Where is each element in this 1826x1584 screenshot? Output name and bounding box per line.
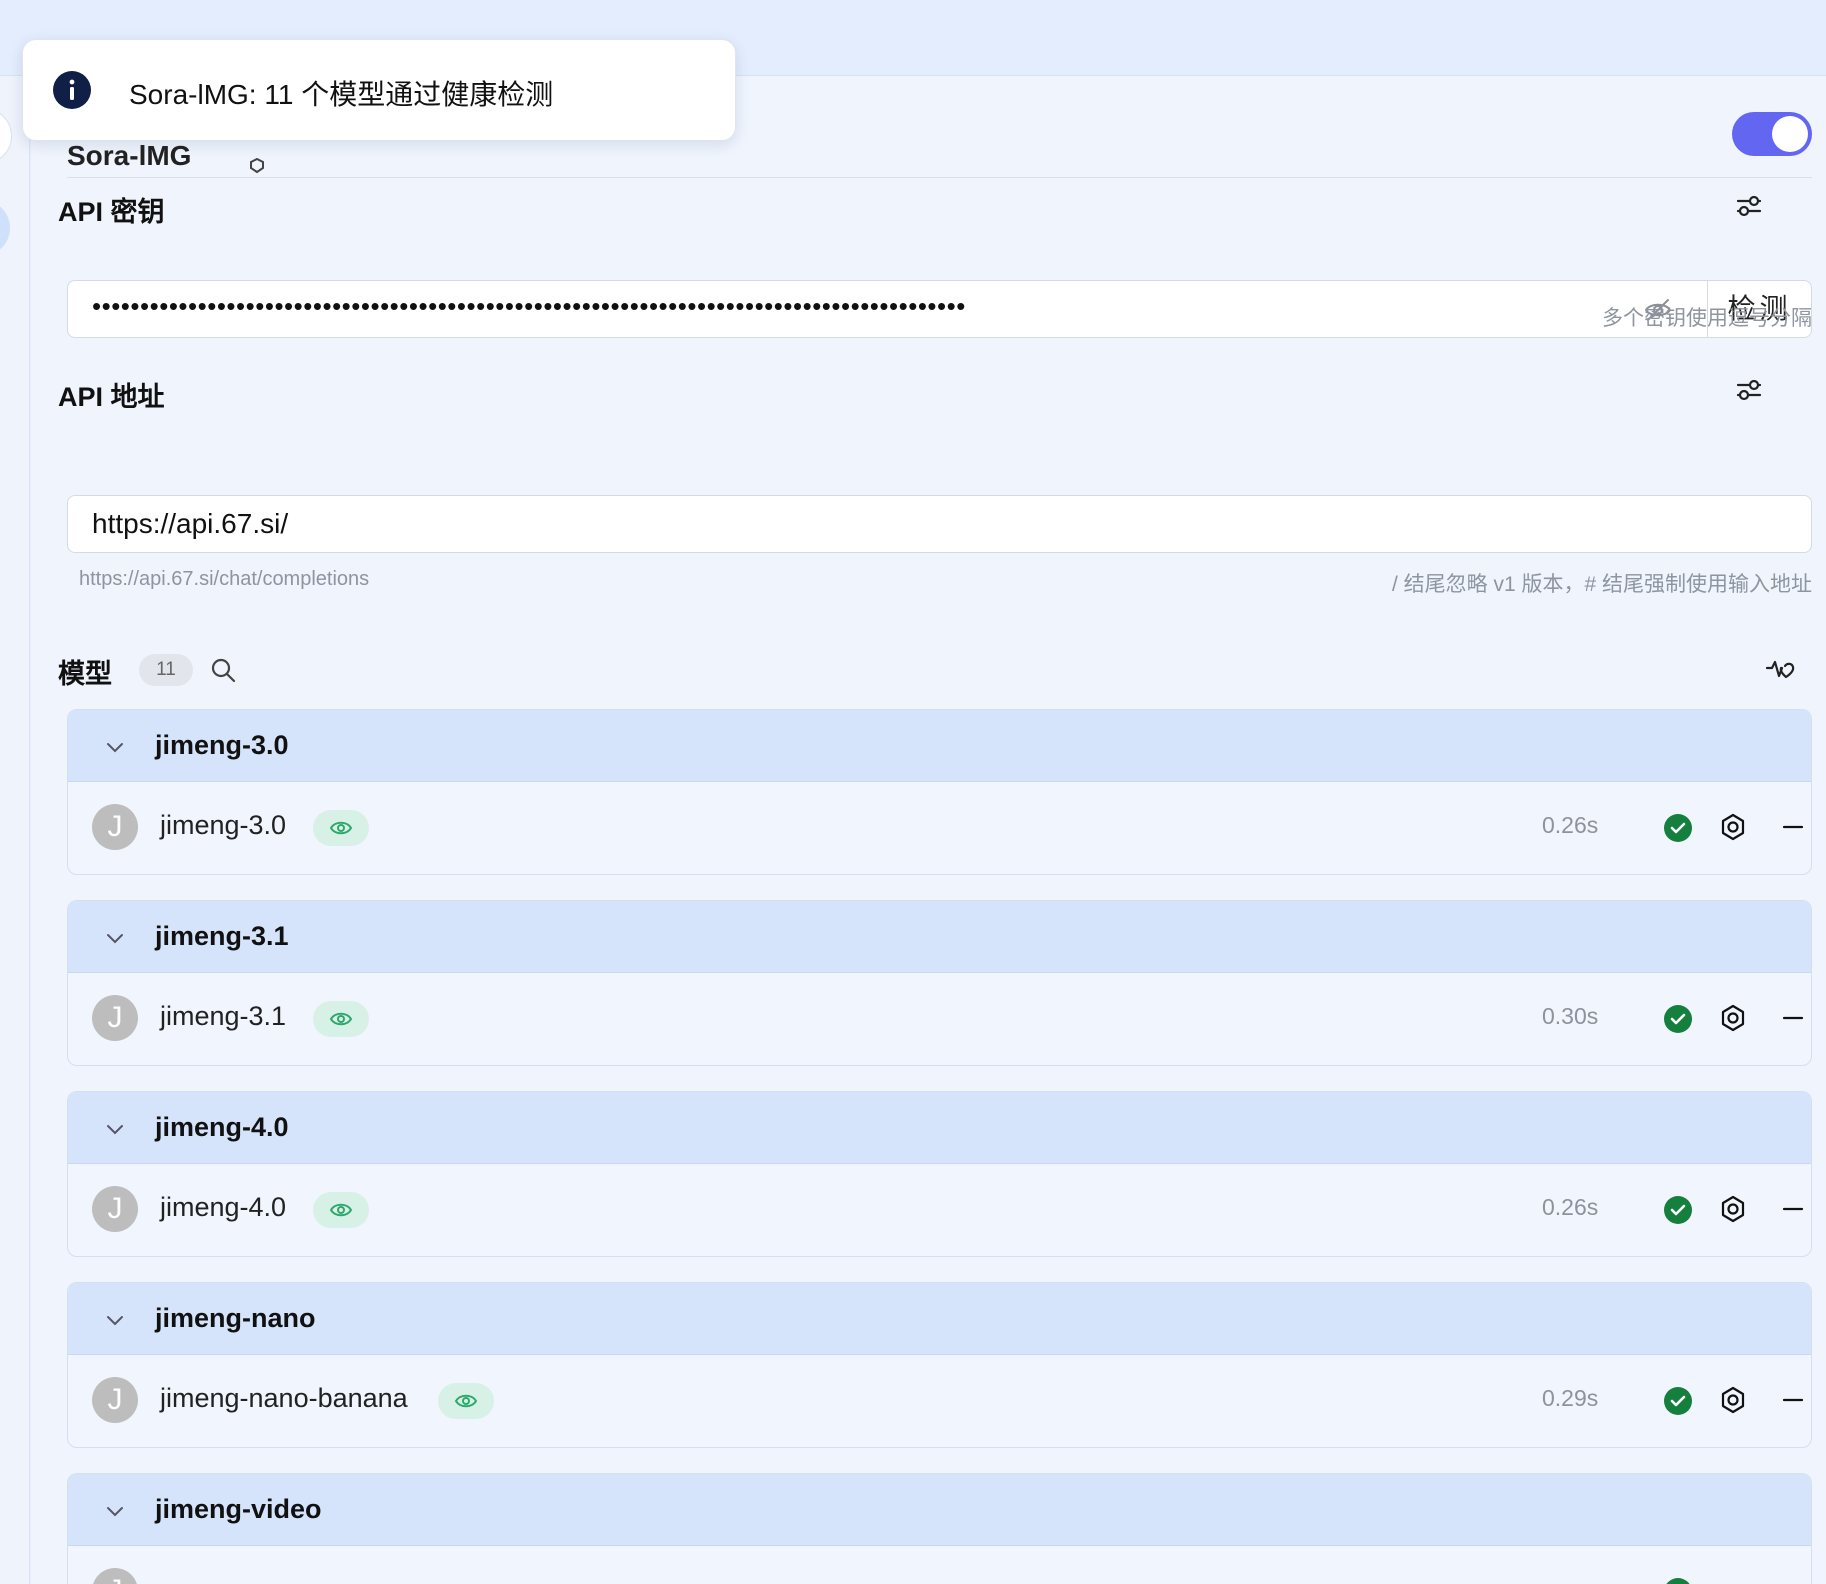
model-group: jimeng-video J <box>67 1473 1812 1584</box>
minus-icon[interactable] <box>1780 1194 1806 1224</box>
api-host-value: https://api.67.si/ <box>92 508 289 539</box>
avatar: J <box>92 1186 138 1232</box>
api-key-label: API 密钥 <box>58 197 165 227</box>
model-group: jimeng-nano J jimeng-nano-banana 0.29s <box>67 1282 1812 1448</box>
vision-badge <box>438 1383 494 1419</box>
model-row: J jimeng-3.0 0.26s <box>68 782 1811 874</box>
model-row: J jimeng-4.0 0.26s <box>68 1164 1811 1256</box>
api-key-hint: 多个密钥使用逗号分隔 <box>1602 307 1812 330</box>
model-row: J jimeng-nano-banana 0.29s <box>68 1355 1811 1447</box>
model-name: jimeng-3.1 <box>160 1001 287 1031</box>
model-group-header[interactable]: jimeng-3.0 <box>68 710 1811 782</box>
models-label: 模型 <box>58 659 112 689</box>
gear-icon[interactable] <box>1718 812 1748 842</box>
check-circle-icon <box>1664 1005 1692 1033</box>
check-circle-icon <box>1664 1196 1692 1224</box>
model-group: jimeng-4.0 J jimeng-4.0 0.26s <box>67 1091 1812 1257</box>
check-circle-icon <box>1664 1387 1692 1415</box>
toast-message: Sora-lMG: 11 个模型通过健康检测 <box>129 79 554 110</box>
model-group-header[interactable]: jimeng-nano <box>68 1283 1811 1355</box>
api-key-input[interactable]: ••••••••••••••••••••••••••••••••••••••••… <box>67 280 1812 338</box>
vision-badge <box>313 1192 369 1228</box>
model-row: J jimeng-3.1 0.30s <box>68 973 1811 1065</box>
avatar: J <box>92 1377 138 1423</box>
chevron-down-icon[interactable] <box>104 1118 126 1140</box>
check-circle-icon <box>1666 1578 1690 1584</box>
model-name: jimeng-3.0 <box>160 810 287 840</box>
minus-icon[interactable] <box>1780 812 1806 842</box>
api-host-settings-icon[interactable] <box>1735 376 1763 404</box>
api-key-value: ••••••••••••••••••••••••••••••••••••••••… <box>92 291 966 321</box>
gear-icon[interactable] <box>1718 1003 1748 1033</box>
eye-icon <box>454 1394 478 1408</box>
gear-icon[interactable] <box>1718 1385 1748 1415</box>
model-group-title: jimeng-nano <box>155 1303 316 1333</box>
chevron-down-icon[interactable] <box>104 1500 126 1522</box>
api-host-preview: https://api.67.si/chat/completions <box>79 568 370 590</box>
model-group: jimeng-3.0 J jimeng-3.0 0.26s <box>67 709 1812 875</box>
model-group-header[interactable]: jimeng-video <box>68 1474 1811 1546</box>
gear-icon[interactable] <box>1718 1194 1748 1224</box>
api-host-label: API 地址 <box>58 382 165 412</box>
chevron-down-icon[interactable] <box>104 736 126 758</box>
model-group-title: jimeng-3.1 <box>155 921 289 951</box>
avatar: J <box>92 804 138 850</box>
minus-icon[interactable] <box>1780 1385 1806 1415</box>
avatar: J <box>92 1568 138 1584</box>
model-name: jimeng-4.0 <box>160 1192 287 1222</box>
info-icon <box>53 71 91 109</box>
api-host-input[interactable]: https://api.67.si/ <box>67 495 1812 553</box>
latency-value: 0.26s <box>1542 1194 1599 1220</box>
minus-icon[interactable] <box>1780 1003 1806 1033</box>
api-host-hint: / 结尾忽略 v1 版本，# 结尾强制使用输入地址 <box>1391 573 1812 596</box>
health-check-icon[interactable] <box>1765 656 1797 686</box>
model-group-title: jimeng-4.0 <box>155 1112 289 1142</box>
vision-badge <box>313 1001 369 1037</box>
model-group-header[interactable]: jimeng-4.0 <box>68 1092 1811 1164</box>
latency-value: 0.29s <box>1542 1385 1599 1411</box>
eye-icon <box>329 821 353 835</box>
model-group-header[interactable]: jimeng-3.1 <box>68 901 1811 973</box>
avatar: J <box>92 995 138 1041</box>
chevron-down-icon[interactable] <box>104 1309 126 1331</box>
model-row: J <box>68 1546 1811 1584</box>
latency-value: 0.30s <box>1542 1003 1599 1029</box>
model-group: jimeng-3.1 J jimeng-3.1 0.30s <box>67 900 1812 1066</box>
model-name: jimeng-nano-banana <box>160 1383 408 1413</box>
toast-notification[interactable]: Sora-lMG: 11 个模型通过健康检测 <box>22 39 736 141</box>
sidebar-strip <box>0 76 30 1584</box>
eye-icon <box>329 1203 353 1217</box>
chevron-down-icon[interactable] <box>104 927 126 949</box>
check-circle-icon <box>1664 814 1692 842</box>
search-icon[interactable] <box>209 656 237 684</box>
provider-enable-toggle[interactable] <box>1732 112 1812 156</box>
latency-value: 0.26s <box>1542 812 1599 838</box>
model-group-title: jimeng-video <box>155 1494 322 1524</box>
provider-name: Sora-lMG <box>67 140 192 171</box>
model-count-badge: 11 <box>139 654 193 686</box>
link-icon[interactable] <box>247 158 267 174</box>
eye-icon <box>329 1012 353 1026</box>
toggle-knob <box>1772 116 1808 152</box>
vision-badge <box>313 810 369 846</box>
api-key-settings-icon[interactable] <box>1735 192 1763 220</box>
model-group-title: jimeng-3.0 <box>155 730 289 760</box>
